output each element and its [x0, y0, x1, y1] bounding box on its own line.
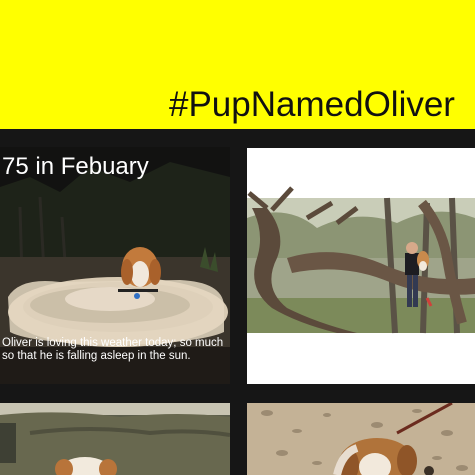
- post-card[interactable]: [247, 403, 475, 475]
- page-title: #PupNamedOliver: [169, 85, 455, 124]
- post-photo: [247, 403, 475, 475]
- page-header: #PupNamedOliver: [0, 0, 475, 129]
- post-title: 75 in Febuary: [2, 153, 149, 180]
- post-caption: Oliver is loving this weather today; so …: [2, 337, 224, 362]
- post-photo: [0, 403, 230, 475]
- post-card[interactable]: [0, 403, 230, 475]
- page: #PupNamedOliver 75 in Febuary Oliver is …: [0, 0, 475, 475]
- post-card[interactable]: 75 in Febuary Oliver is loving this weat…: [0, 147, 230, 384]
- post-photo: [247, 148, 475, 384]
- post-card[interactable]: [247, 148, 475, 384]
